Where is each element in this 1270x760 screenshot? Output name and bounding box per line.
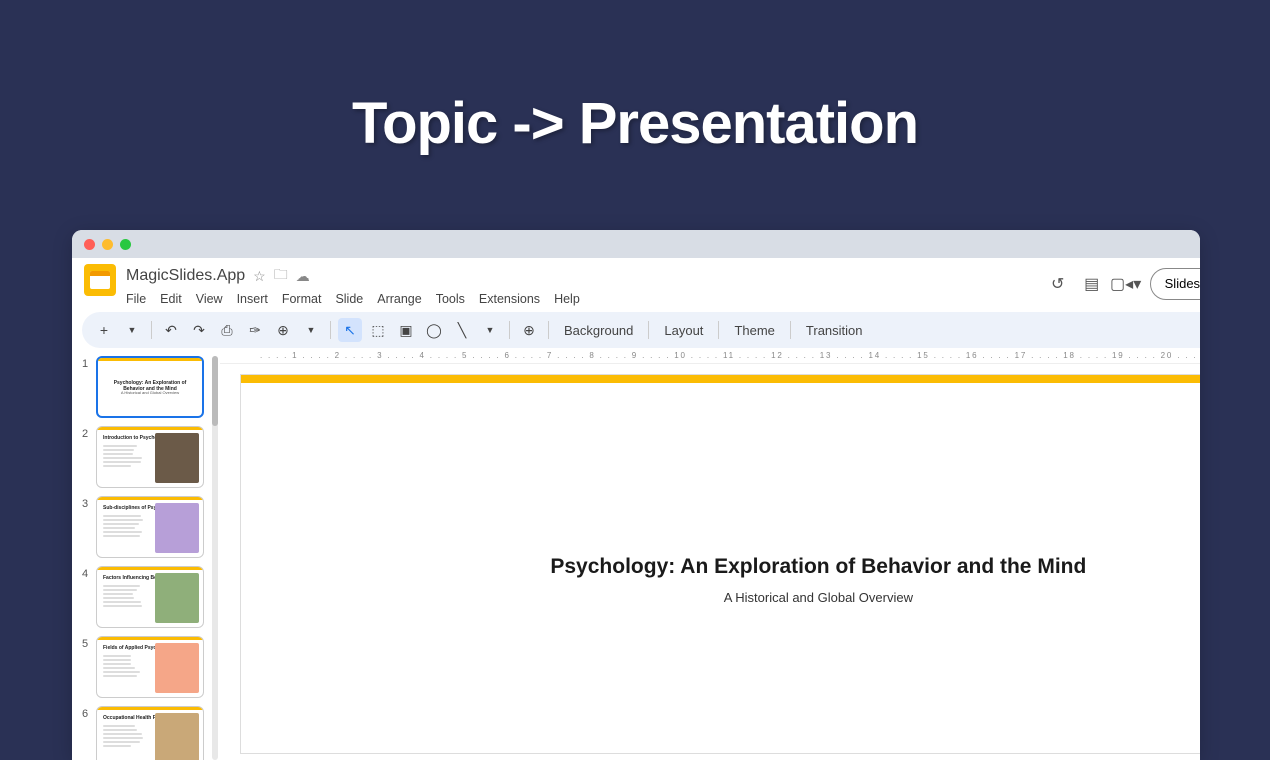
slide-thumbnail[interactable]: Sub-disciplines of Psychology	[96, 496, 204, 558]
slide-panel-scrollbar[interactable]	[212, 356, 218, 760]
slide-subtitle[interactable]: A Historical and Global Overview	[241, 590, 1200, 605]
textbox-icon[interactable]: ⬚	[366, 318, 390, 342]
theme-button[interactable]: Theme	[726, 323, 782, 338]
cloud-status-icon: ☁	[296, 268, 310, 285]
chevron-down-icon[interactable]: ▼	[120, 318, 144, 342]
select-tool-icon[interactable]: ↖	[338, 318, 362, 342]
slides-logo-icon	[84, 264, 116, 296]
slide-number: 4	[82, 566, 90, 628]
slideshow-button[interactable]: Slideshow ▼	[1150, 268, 1200, 300]
toolbar: + ▼ ↶ ↷ ⎙ ✑ ⊕ ▼ ↖ ⬚ ▣ ◯ ╲ ▼ ⊕ Background	[82, 312, 1200, 348]
close-window-icon[interactable]	[84, 239, 95, 250]
window-titlebar	[72, 230, 1200, 258]
print-icon[interactable]: ⎙	[215, 318, 239, 342]
menu-bar: File Edit View Insert Format Slide Arran…	[126, 292, 1048, 306]
canvas-area: . . . . 1 . . . . 2 . . . . 3 . . . . 4 …	[220, 348, 1200, 760]
slide-title[interactable]: Psychology: An Exploration of Behavior a…	[241, 555, 1200, 579]
chevron-down-icon[interactable]: ▼	[299, 318, 323, 342]
menu-arrange[interactable]: Arrange	[377, 292, 421, 306]
menu-extensions[interactable]: Extensions	[479, 292, 540, 306]
move-folder-icon[interactable]: 🗀	[274, 264, 288, 288]
line-icon[interactable]: ╲	[450, 318, 474, 342]
menu-view[interactable]: View	[196, 292, 223, 306]
slide-thumbnail[interactable]: Introduction to Psychology	[96, 426, 204, 488]
slide-thumbnail[interactable]: Occupational Health Psychology	[96, 706, 204, 760]
menu-edit[interactable]: Edit	[160, 292, 182, 306]
document-title[interactable]: MagicSlides.App	[126, 267, 245, 285]
slide-number: 6	[82, 706, 90, 760]
redo-icon[interactable]: ↷	[187, 318, 211, 342]
history-icon[interactable]: ↺	[1048, 274, 1068, 294]
menu-help[interactable]: Help	[554, 292, 580, 306]
slide-number: 1	[82, 356, 90, 418]
background-button[interactable]: Background	[556, 323, 641, 338]
meet-icon[interactable]: ▢◂▾	[1116, 274, 1136, 294]
slide-canvas[interactable]: Psychology: An Exploration of Behavior a…	[240, 374, 1200, 754]
undo-icon[interactable]: ↶	[159, 318, 183, 342]
slide-thumbnail[interactable]: Factors Influencing Behavior	[96, 566, 204, 628]
slide-thumbnail[interactable]: Psychology: An Exploration of Behavior a…	[96, 356, 204, 418]
slide-number: 2	[82, 426, 90, 488]
transition-button[interactable]: Transition	[798, 323, 871, 338]
ruler-horizontal: . . . . 1 . . . . 2 . . . . 3 . . . . 4 …	[220, 348, 1200, 364]
menu-format[interactable]: Format	[282, 292, 322, 306]
slide-accent-bar	[241, 375, 1200, 383]
paint-format-icon[interactable]: ✑	[243, 318, 267, 342]
slide-number: 5	[82, 636, 90, 698]
zoom-icon[interactable]: ⊕	[271, 318, 295, 342]
comment-icon[interactable]: ⊕	[517, 318, 541, 342]
slide-number: 3	[82, 496, 90, 558]
slide-panel: 1Psychology: An Exploration of Behavior …	[72, 348, 212, 760]
menu-insert[interactable]: Insert	[237, 292, 268, 306]
layout-button[interactable]: Layout	[656, 323, 711, 338]
app-window: MagicSlides.App ☆ 🗀 ☁ File Edit View Ins…	[72, 230, 1200, 760]
minimize-window-icon[interactable]	[102, 239, 113, 250]
slide-thumbnail[interactable]: Fields of Applied Psychology	[96, 636, 204, 698]
menu-tools[interactable]: Tools	[436, 292, 465, 306]
hero-title: Topic -> Presentation	[0, 0, 1270, 157]
comments-icon[interactable]: ▤	[1082, 274, 1102, 294]
image-icon[interactable]: ▣	[394, 318, 418, 342]
shape-icon[interactable]: ◯	[422, 318, 446, 342]
menu-slide[interactable]: Slide	[335, 292, 363, 306]
maximize-window-icon[interactable]	[120, 239, 131, 250]
chevron-down-icon[interactable]: ▼	[478, 318, 502, 342]
star-icon[interactable]: ☆	[253, 268, 266, 285]
menu-file[interactable]: File	[126, 292, 146, 306]
new-slide-icon[interactable]: +	[92, 318, 116, 342]
